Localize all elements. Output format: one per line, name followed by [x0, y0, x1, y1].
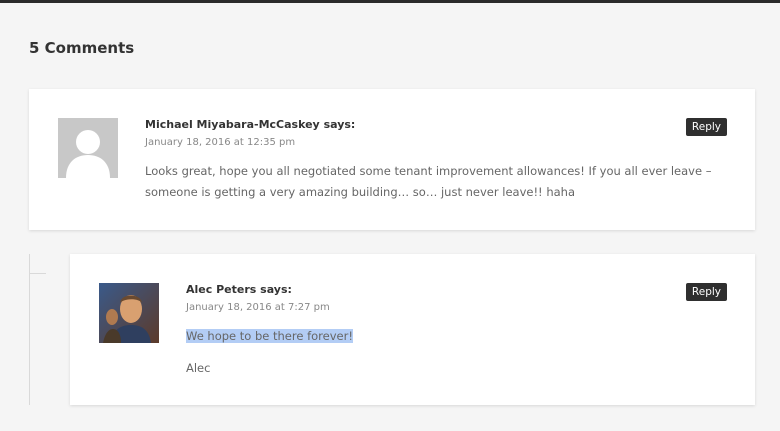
- comment-card: Michael Miyabara-McCaskey says: January …: [29, 89, 755, 230]
- author-name[interactable]: Michael Miyabara-McCaskey: [145, 118, 320, 131]
- top-bar: [0, 0, 780, 3]
- default-avatar-icon: [58, 118, 118, 178]
- comment-body: We hope to be there forever! Alec: [186, 326, 706, 390]
- selected-text: We hope to be there forever!: [186, 329, 353, 343]
- comments-title: 5 Comments: [29, 39, 135, 57]
- author-name[interactable]: Alec Peters: [186, 283, 256, 296]
- thread-line: [29, 254, 30, 405]
- says-label: says:: [260, 283, 292, 296]
- user-avatar-photo: [99, 283, 159, 343]
- comment-author: Michael Miyabara-McCaskey says:: [145, 118, 355, 131]
- reply-button[interactable]: Reply: [685, 118, 727, 136]
- comment-date[interactable]: January 18, 2016 at 7:27 pm: [186, 302, 330, 313]
- comment-body: Looks great, hope you all negotiated som…: [145, 161, 725, 214]
- comment-signature: Alec: [186, 361, 211, 375]
- comment-author: Alec Peters says:: [186, 283, 292, 296]
- thread-connector: [29, 273, 46, 274]
- comment-paragraph: Looks great, hope you all negotiated som…: [145, 164, 712, 199]
- says-label: says:: [323, 118, 356, 131]
- reply-button[interactable]: Reply: [685, 283, 727, 301]
- comment-date[interactable]: January 18, 2016 at 12:35 pm: [145, 137, 295, 148]
- comment-card-reply: Alec Peters says: January 18, 2016 at 7:…: [70, 254, 755, 405]
- comment-paragraph: We hope to be there forever!: [186, 326, 706, 347]
